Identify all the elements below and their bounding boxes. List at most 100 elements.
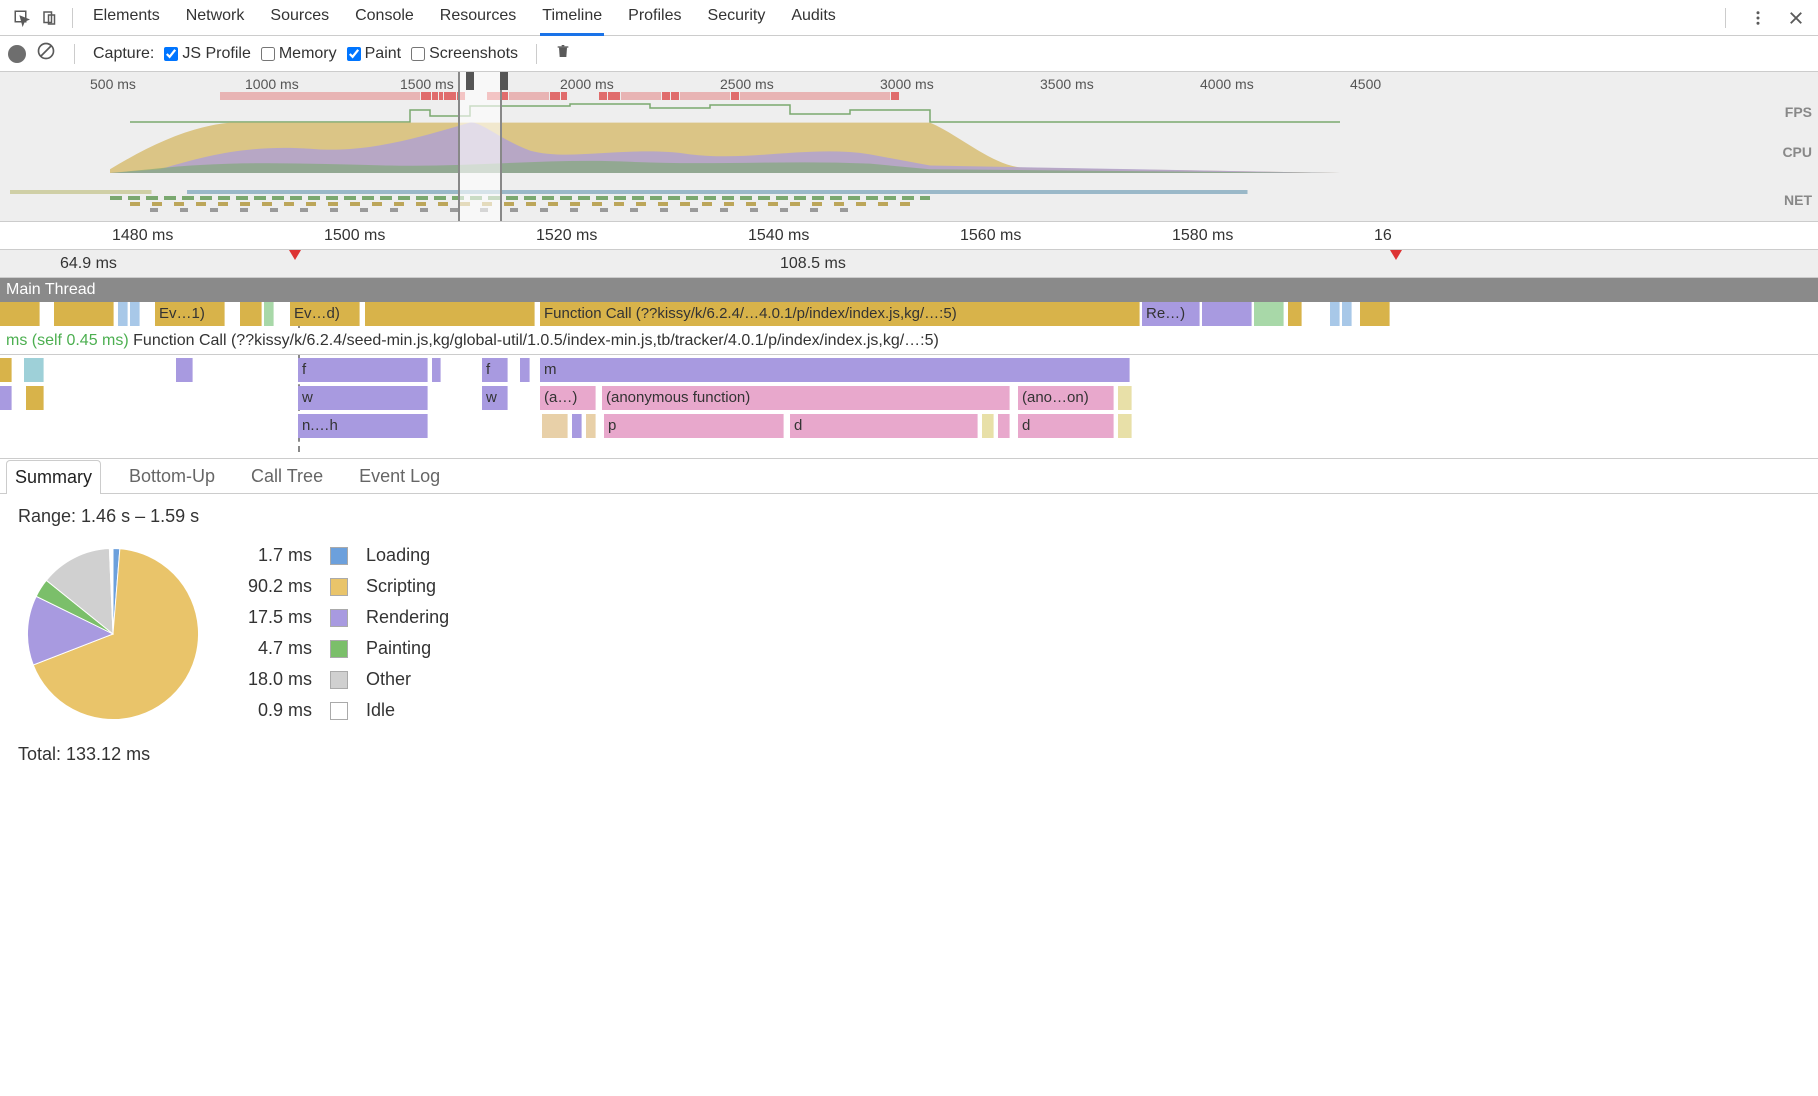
capture-jsprofile[interactable]: JS Profile	[164, 45, 250, 63]
legend-row: 17.5 msRendering	[240, 603, 457, 632]
flame-bar[interactable]	[54, 302, 114, 326]
tab-profiles[interactable]: Profiles	[626, 0, 683, 36]
flame-bar[interactable]: n.…h	[298, 414, 428, 438]
capture-screenshots[interactable]: Screenshots	[411, 45, 518, 63]
flame-bar[interactable]	[432, 358, 441, 382]
frame-time: 108.5 ms	[780, 255, 846, 273]
flame-bar[interactable]	[1118, 414, 1132, 438]
toolbar-right	[1717, 4, 1810, 32]
flame-bar[interactable]: p	[604, 414, 784, 438]
tab-network[interactable]: Network	[184, 0, 247, 36]
close-icon[interactable]	[1782, 4, 1810, 32]
flame-bar[interactable]	[26, 386, 44, 410]
flame-bar[interactable]	[1202, 302, 1252, 326]
more-icon[interactable]	[1744, 4, 1772, 32]
capture-memory[interactable]: Memory	[261, 45, 337, 63]
summary-legend: 1.7 msLoading90.2 msScripting17.5 msRend…	[238, 539, 459, 727]
device-toggle-icon[interactable]	[36, 4, 64, 32]
devtools-main-toolbar: Elements Network Sources Console Resourc…	[0, 0, 1818, 36]
frame-time: 64.9 ms	[60, 255, 117, 273]
detail-ruler[interactable]: 1480 ms 1500 ms 1520 ms 1540 ms 1560 ms …	[0, 222, 1818, 250]
flame-bar[interactable]: Ev…1)	[155, 302, 225, 326]
capture-paint[interactable]: Paint	[347, 45, 401, 63]
trash-icon[interactable]	[555, 41, 571, 66]
details-tabs: Summary Bottom-Up Call Tree Event Log	[0, 458, 1818, 494]
flame-bar[interactable]	[130, 302, 140, 326]
flame-bar[interactable]: Function Call (??kissy/k/6.2.4/…4.0.1/p/…	[540, 302, 1140, 326]
flame-bar[interactable]	[0, 386, 12, 410]
flame-bar[interactable]	[24, 358, 44, 382]
flame-bar[interactable]: d	[1018, 414, 1114, 438]
overview-frame-markers	[220, 92, 940, 102]
flame-bar[interactable]	[1254, 302, 1284, 326]
flame-bar[interactable]: f	[482, 358, 508, 382]
flame-bar[interactable]: w	[482, 386, 508, 410]
divider	[74, 44, 75, 64]
overview-pane[interactable]: 500 ms 1000 ms 1500 ms 2000 ms 2500 ms 3…	[0, 72, 1818, 222]
record-button[interactable]	[8, 45, 26, 63]
capture-label: Capture:	[93, 45, 154, 63]
flame-bar[interactable]: (a…)	[540, 386, 596, 410]
flame-bar[interactable]	[586, 414, 596, 438]
flame-bar[interactable]: Ev…d)	[290, 302, 360, 326]
tab-timeline[interactable]: Timeline	[540, 0, 604, 36]
legend-row: 4.7 msPainting	[240, 634, 457, 663]
tab-call-tree[interactable]: Call Tree	[243, 460, 331, 493]
flame-bar[interactable]	[998, 414, 1010, 438]
panel-tabs: Elements Network Sources Console Resourc…	[91, 0, 838, 36]
frames-row[interactable]: 64.9 ms 108.5 ms	[0, 250, 1818, 278]
flame-bar[interactable]	[118, 302, 128, 326]
flame-bar[interactable]	[0, 302, 40, 326]
inspect-icon[interactable]	[8, 4, 36, 32]
flame-bar[interactable]	[520, 358, 530, 382]
flame-bar[interactable]	[1288, 302, 1302, 326]
flame-chart[interactable]: Ev…1) Ev…d) Function Call (??kissy/k/6.2…	[0, 302, 1818, 452]
tab-security[interactable]: Security	[706, 0, 768, 36]
flame-bar[interactable]	[0, 358, 12, 382]
flame-bar[interactable]	[240, 302, 262, 326]
flame-bar[interactable]	[1342, 302, 1352, 326]
tab-summary[interactable]: Summary	[6, 460, 101, 494]
thread-label: Main Thread	[6, 281, 96, 299]
legend-row: 18.0 msOther	[240, 665, 457, 694]
flame-bar[interactable]: (anonymous function)	[602, 386, 1010, 410]
flame-bar[interactable]: d	[790, 414, 978, 438]
flame-bar[interactable]: (ano…on)	[1018, 386, 1114, 410]
divider	[72, 8, 73, 28]
overview-net-bars	[10, 190, 1778, 214]
summary-pie-chart	[18, 539, 208, 729]
selected-call-info: ms (self 0.45 ms) ms (self 0.45 ms) Func…	[0, 328, 1818, 355]
frame-marker-icon	[1390, 250, 1402, 260]
frame-marker-icon	[289, 250, 301, 260]
flame-bar[interactable]	[572, 414, 582, 438]
flame-bar[interactable]: m	[540, 358, 1130, 382]
summary-range: Range: 1.46 s – 1.59 s	[18, 506, 1800, 527]
flame-bar[interactable]	[1118, 386, 1132, 410]
tab-sources[interactable]: Sources	[268, 0, 331, 36]
tab-audits[interactable]: Audits	[789, 0, 837, 36]
summary-panel: Range: 1.46 s – 1.59 s Total: 133.12 ms …	[0, 494, 1818, 777]
tab-resources[interactable]: Resources	[438, 0, 518, 36]
clear-button[interactable]	[36, 41, 56, 66]
flame-bar[interactable]	[1360, 302, 1390, 326]
thread-header[interactable]: Main Thread	[0, 278, 1818, 302]
overview-fps-label: FPS	[1785, 104, 1812, 120]
divider	[1725, 8, 1726, 28]
flame-bar[interactable]	[542, 414, 568, 438]
tab-console[interactable]: Console	[353, 0, 416, 36]
tab-bottom-up[interactable]: Bottom-Up	[121, 460, 223, 493]
flame-bar[interactable]: Re…)	[1142, 302, 1200, 326]
flame-bar[interactable]	[982, 414, 994, 438]
flame-bar[interactable]	[264, 302, 274, 326]
legend-row: 0.9 msIdle	[240, 696, 457, 725]
flame-bar[interactable]	[1330, 302, 1340, 326]
capture-toolbar: Capture: JS Profile Memory Paint Screens…	[0, 36, 1818, 72]
flame-bar[interactable]	[184, 358, 193, 382]
flame-bar[interactable]: w	[298, 386, 428, 410]
legend-row: 90.2 msScripting	[240, 572, 457, 601]
flame-bar[interactable]: f	[298, 358, 428, 382]
tab-event-log[interactable]: Event Log	[351, 460, 448, 493]
flame-bar[interactable]	[365, 302, 535, 326]
tab-elements[interactable]: Elements	[91, 0, 162, 36]
overview-selection[interactable]	[458, 72, 502, 221]
